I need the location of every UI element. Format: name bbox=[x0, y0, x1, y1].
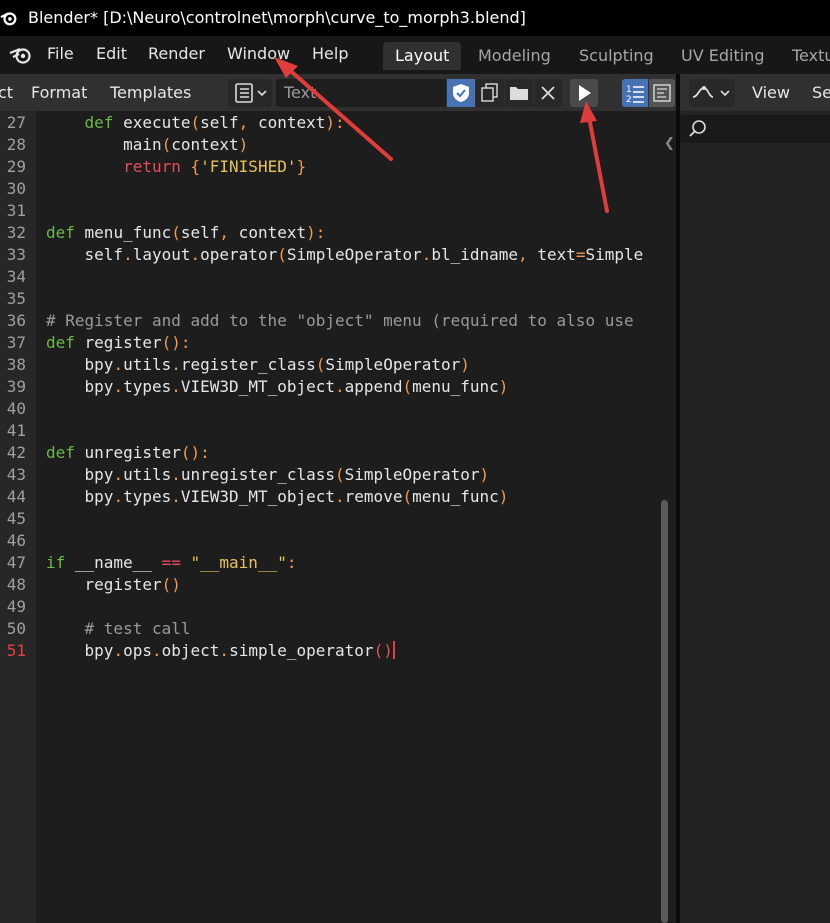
code-line[interactable]: return {'FINISHED'} bbox=[46, 156, 306, 178]
tab-uv-editing[interactable]: UV Editing bbox=[669, 42, 776, 70]
search-input[interactable] bbox=[680, 115, 830, 143]
open-text-button[interactable] bbox=[505, 79, 533, 107]
svg-text:2: 2 bbox=[626, 95, 632, 105]
close-icon bbox=[541, 86, 555, 100]
line-number: 33 bbox=[6, 245, 26, 264]
word-wrap-toggle[interactable] bbox=[649, 79, 675, 107]
line-number: 50 bbox=[6, 619, 26, 638]
line-number: 38 bbox=[6, 355, 26, 374]
code-line[interactable]: # Register and add to the "object" menu … bbox=[46, 310, 634, 332]
text-cursor bbox=[392, 641, 395, 659]
line-number: 46 bbox=[6, 531, 26, 550]
tab-sculpting[interactable]: Sculpting bbox=[567, 42, 666, 70]
unlink-text-button[interactable] bbox=[534, 79, 562, 107]
run-script-button[interactable] bbox=[570, 79, 598, 107]
scrollbar-thumb[interactable] bbox=[661, 500, 668, 923]
code-line[interactable]: def execute(self, context): bbox=[46, 112, 345, 134]
blender-logo-icon bbox=[0, 12, 17, 26]
line-number: 42 bbox=[6, 443, 26, 462]
tab-modeling[interactable]: Modeling bbox=[466, 42, 563, 70]
fake-user-shield-icon bbox=[453, 84, 469, 102]
new-text-icon bbox=[481, 83, 498, 102]
line-numbers-toggle[interactable]: 1 2 bbox=[622, 79, 648, 107]
menu-format[interactable]: Format bbox=[31, 83, 87, 103]
code-line[interactable]: def unregister(): bbox=[46, 442, 210, 464]
line-number: 40 bbox=[6, 399, 26, 418]
line-number: 49 bbox=[6, 597, 26, 616]
line-number: 45 bbox=[6, 509, 26, 528]
text-editor-icon bbox=[235, 83, 267, 103]
code-line[interactable]: main(context) bbox=[46, 134, 248, 156]
menu-view[interactable]: View bbox=[752, 83, 790, 103]
run-script-play-icon bbox=[579, 85, 591, 101]
line-number: 31 bbox=[6, 201, 26, 220]
graph-editor-header: View Se bbox=[680, 74, 830, 111]
line-number: 34 bbox=[6, 267, 26, 286]
collapse-sidebar-icon[interactable]: ❮ bbox=[664, 136, 675, 151]
tab-layout[interactable]: Layout bbox=[383, 42, 462, 70]
search-icon bbox=[689, 120, 706, 137]
menu-window[interactable]: Window bbox=[227, 44, 290, 64]
menu-help[interactable]: Help bbox=[312, 44, 348, 64]
code-line[interactable]: bpy.types.VIEW3D_MT_object.remove(menu_f… bbox=[46, 486, 509, 508]
code-line[interactable]: # test call bbox=[46, 618, 191, 640]
menu-file[interactable]: File bbox=[47, 44, 74, 64]
code-line[interactable]: def register(): bbox=[46, 332, 191, 354]
line-number: 47 bbox=[6, 553, 26, 572]
svg-text:1: 1 bbox=[626, 85, 632, 95]
line-number: 39 bbox=[6, 377, 26, 396]
code-line[interactable]: if __name__ == "__main__": bbox=[46, 552, 296, 574]
text-editor-header: ct Format Templates Text 1 2 bbox=[0, 74, 676, 111]
open-folder-icon bbox=[510, 87, 528, 100]
word-wrap-icon bbox=[653, 84, 671, 102]
code-line[interactable]: register() bbox=[46, 574, 181, 596]
tab-texture-paint[interactable]: Textu bbox=[780, 42, 830, 70]
main-menu-bar: File Edit Render Window Help Layout Mode… bbox=[0, 36, 830, 74]
code-line[interactable]: bpy.types.VIEW3D_MT_object.append(menu_f… bbox=[46, 376, 509, 398]
menu-render[interactable]: Render bbox=[148, 44, 205, 64]
code-line[interactable]: bpy.utils.unregister_class(SimpleOperato… bbox=[46, 464, 490, 486]
menu-templates[interactable]: Templates bbox=[110, 83, 191, 103]
line-number: 30 bbox=[6, 179, 26, 198]
graph-editor-area bbox=[680, 111, 830, 923]
line-number: 51 bbox=[6, 641, 26, 660]
code-line[interactable]: self.layout.operator(SimpleOperator.bl_i… bbox=[46, 244, 644, 266]
menu-select-right[interactable]: Se bbox=[812, 83, 830, 103]
editor-type-dropdown[interactable] bbox=[228, 79, 272, 107]
code-line[interactable]: bpy.ops.object.simple_operator() bbox=[46, 640, 395, 662]
editor-type-dropdown-right[interactable] bbox=[689, 79, 735, 107]
line-number: 41 bbox=[6, 421, 26, 440]
line-number: 44 bbox=[6, 487, 26, 506]
new-text-button[interactable] bbox=[476, 79, 504, 107]
text-name: Text bbox=[284, 83, 317, 102]
text-datablock-field[interactable]: Text bbox=[276, 79, 446, 107]
line-number: 36 bbox=[6, 311, 26, 330]
line-number: 28 bbox=[6, 135, 26, 154]
line-number: 29 bbox=[6, 157, 26, 176]
code-line[interactable]: def menu_func(self, context): bbox=[46, 222, 325, 244]
line-numbers-icon: 1 2 bbox=[626, 85, 644, 105]
code-line[interactable]: bpy.utils.register_class(SimpleOperator) bbox=[46, 354, 470, 376]
line-number: 43 bbox=[6, 465, 26, 484]
line-number: 37 bbox=[6, 333, 26, 352]
blender-menu-icon[interactable] bbox=[9, 45, 33, 65]
line-number: 35 bbox=[6, 289, 26, 308]
menu-select[interactable]: ct bbox=[0, 83, 13, 103]
title-bar: Blender* [D:\Neuro\controlnet\morph\curv… bbox=[0, 0, 830, 36]
menu-edit[interactable]: Edit bbox=[96, 44, 127, 64]
fake-user-button[interactable] bbox=[447, 79, 475, 107]
graph-editor-icon bbox=[692, 86, 730, 98]
line-number: 32 bbox=[6, 223, 26, 242]
line-number: 48 bbox=[6, 575, 26, 594]
window-title: Blender* [D:\Neuro\controlnet\morph\curv… bbox=[28, 8, 526, 27]
line-number: 27 bbox=[6, 113, 26, 132]
